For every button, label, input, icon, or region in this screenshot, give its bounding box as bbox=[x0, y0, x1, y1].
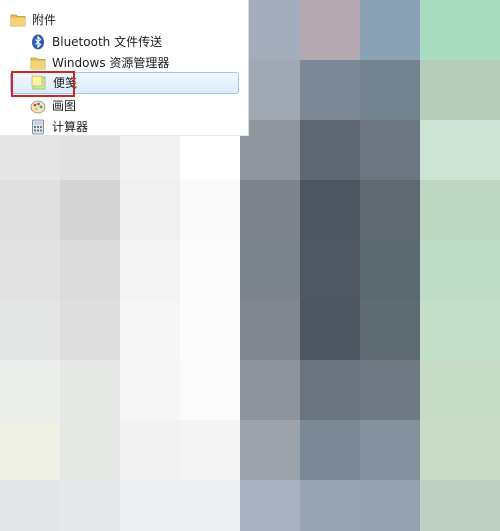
mosaic-tile bbox=[180, 420, 240, 480]
mosaic-tile bbox=[360, 360, 420, 420]
mosaic-tile bbox=[420, 180, 500, 240]
mosaic-tile bbox=[240, 240, 300, 300]
annotation-highlight-box bbox=[11, 71, 75, 97]
mosaic-tile bbox=[300, 120, 360, 180]
mosaic-tile bbox=[0, 240, 60, 300]
mosaic-tile bbox=[0, 420, 60, 480]
mosaic-tile bbox=[420, 420, 500, 480]
start-menu-accessories-panel: 附件 Bluetooth 文件传送 Windows 资源管理器 便笺 画图 计算… bbox=[0, 0, 249, 136]
mosaic-tile bbox=[420, 300, 500, 360]
mosaic-tile bbox=[360, 0, 420, 60]
mosaic-tile bbox=[120, 300, 180, 360]
mosaic-tile bbox=[420, 120, 500, 180]
mosaic-tile bbox=[0, 180, 60, 240]
menu-item-bluetooth-file-transfer[interactable]: Bluetooth 文件传送 bbox=[30, 31, 162, 53]
mosaic-tile bbox=[300, 60, 360, 120]
mosaic-tile bbox=[180, 180, 240, 240]
mosaic-tile bbox=[360, 420, 420, 480]
mosaic-tile bbox=[300, 300, 360, 360]
mosaic-tile bbox=[180, 480, 240, 531]
mosaic-tile bbox=[180, 300, 240, 360]
mosaic-tile bbox=[300, 420, 360, 480]
mosaic-tile bbox=[240, 0, 300, 60]
menu-item-label: 画图 bbox=[52, 99, 77, 113]
calculator-icon bbox=[30, 119, 46, 135]
mosaic-tile bbox=[240, 360, 300, 420]
mosaic-tile bbox=[420, 60, 500, 120]
folder-icon bbox=[30, 55, 46, 71]
mosaic-tile bbox=[120, 180, 180, 240]
mosaic-tile bbox=[360, 60, 420, 120]
menu-item-label: 计算器 bbox=[52, 120, 89, 134]
mosaic-tile bbox=[120, 480, 180, 531]
mosaic-tile bbox=[0, 360, 60, 420]
mosaic-tile bbox=[120, 420, 180, 480]
mosaic-tile bbox=[0, 300, 60, 360]
mosaic-tile bbox=[240, 480, 300, 531]
mosaic-tile bbox=[360, 120, 420, 180]
bluetooth-icon bbox=[30, 34, 46, 50]
menu-item-paint[interactable]: 画图 bbox=[30, 95, 76, 117]
mosaic-tile bbox=[120, 360, 180, 420]
folder-icon bbox=[10, 12, 26, 28]
accessories-folder[interactable]: 附件 bbox=[10, 9, 56, 31]
mosaic-tile bbox=[240, 300, 300, 360]
mosaic-tile bbox=[60, 360, 120, 420]
mosaic-tile bbox=[240, 180, 300, 240]
mosaic-tile bbox=[360, 240, 420, 300]
mosaic-tile bbox=[300, 360, 360, 420]
mosaic-tile bbox=[180, 360, 240, 420]
mosaic-tile bbox=[60, 300, 120, 360]
mosaic-tile bbox=[120, 240, 180, 300]
menu-item-label: Bluetooth 文件传送 bbox=[52, 35, 163, 49]
mosaic-tile bbox=[300, 0, 360, 60]
mosaic-tile bbox=[300, 180, 360, 240]
mosaic-tile bbox=[60, 240, 120, 300]
mosaic-tile bbox=[420, 480, 500, 531]
mosaic-tile bbox=[300, 480, 360, 531]
mosaic-tile bbox=[240, 420, 300, 480]
mosaic-tile bbox=[60, 420, 120, 480]
mosaic-tile bbox=[420, 0, 500, 60]
mosaic-tile bbox=[60, 180, 120, 240]
paint-icon bbox=[30, 98, 46, 114]
mosaic-tile bbox=[360, 180, 420, 240]
mosaic-tile bbox=[60, 480, 120, 531]
mosaic-tile bbox=[360, 300, 420, 360]
mosaic-tile bbox=[420, 240, 500, 300]
mosaic-tile bbox=[180, 240, 240, 300]
menu-item-calculator[interactable]: 计算器 bbox=[30, 116, 88, 138]
mosaic-tile bbox=[0, 480, 60, 531]
mosaic-tile bbox=[300, 240, 360, 300]
mosaic-tile bbox=[360, 480, 420, 531]
mosaic-tile bbox=[240, 60, 300, 120]
mosaic-tile bbox=[420, 360, 500, 420]
accessories-folder-label: 附件 bbox=[32, 13, 57, 27]
mosaic-tile bbox=[240, 120, 300, 180]
